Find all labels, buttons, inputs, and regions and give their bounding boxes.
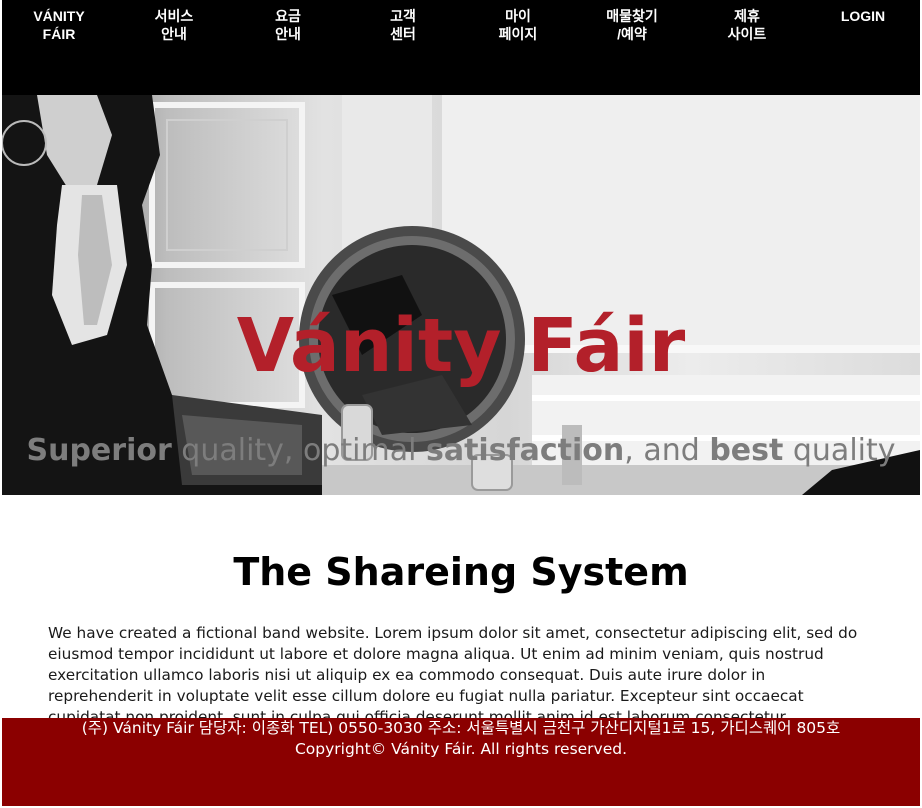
hero-banner: Vánity Fáir Superior quality, optimal sa…	[2, 95, 920, 495]
section-title: The Shareing System	[233, 550, 689, 594]
footer: (주) Vánity Fáir 담당자: 이종화 TEL) 0550-3030 …	[2, 718, 920, 806]
hero-title: Vánity Fáir	[236, 303, 686, 389]
nav-item-customer-center[interactable]: 고객 센터	[365, 7, 441, 43]
nav-item-pricing[interactable]: 요금 안내	[250, 7, 326, 43]
nav-item-partner-sites[interactable]: 제휴 사이트	[709, 7, 785, 43]
login-link[interactable]: LOGIN	[828, 7, 898, 25]
tagline-word-satisfaction: satisfaction	[425, 433, 625, 468]
top-nav: VÁNITY FÁIR 서비스 안내 요금 안내 고객 센터 마이 페이지 매물…	[2, 0, 920, 95]
logo-link[interactable]: VÁNITY FÁIR	[24, 7, 94, 43]
tagline-text-3: quality	[783, 433, 896, 468]
nav-item-find-reserve[interactable]: 매물찾기 /예약	[592, 7, 672, 43]
tagline-text-2: , and	[624, 433, 710, 468]
footer-contact-info: (주) Vánity Fáir 담당자: 이종화 TEL) 0550-3030 …	[81, 719, 841, 737]
tagline-text-1: quality, optimal	[171, 433, 426, 468]
footer-copyright: Copyright© Vánity Fáir. All rights reser…	[294, 740, 628, 758]
tagline-word-best: best	[709, 433, 784, 468]
nav-item-my-page[interactable]: 마이 페이지	[480, 7, 556, 43]
hero-tagline: Superior quality, optimal satisfaction, …	[2, 431, 920, 471]
tagline-word-superior: Superior	[26, 433, 172, 468]
nav-item-service-info[interactable]: 서비스 안내	[136, 7, 212, 43]
